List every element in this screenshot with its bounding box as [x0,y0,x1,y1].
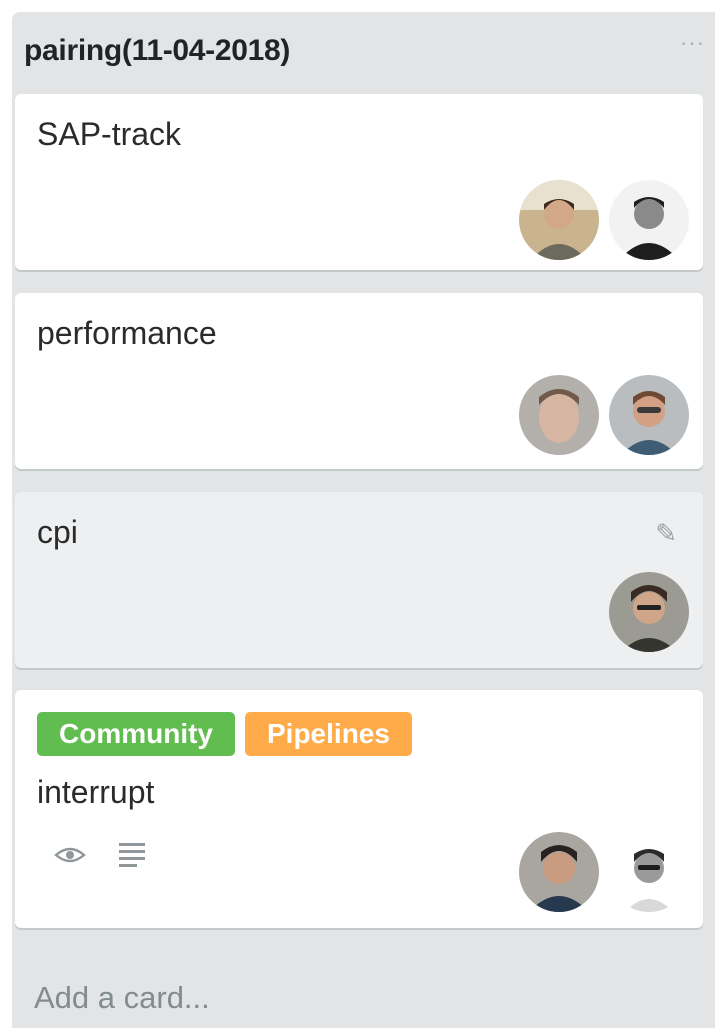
member-avatar[interactable] [609,375,689,455]
eye-icon [54,847,86,863]
member-avatar[interactable] [519,375,599,455]
list-title[interactable]: pairing(11-04-2018) [24,34,290,68]
description-icon [119,843,145,867]
pencil-icon[interactable]: ✎ [655,518,677,549]
member-avatar[interactable] [609,832,689,912]
card-title: interrupt [37,774,155,810]
card-sap-track[interactable]: SAP-track [15,94,703,270]
ellipsis-icon[interactable]: ··· [680,30,705,56]
member-avatar[interactable] [519,180,599,260]
member-avatar[interactable] [519,832,599,912]
card-performance[interactable]: performance [15,293,703,469]
member-avatar[interactable] [609,180,689,260]
label-community[interactable]: Community [37,712,235,756]
member-avatar[interactable] [609,572,689,652]
card-title: performance [37,315,217,351]
card-cpi[interactable]: cpi ✎ [15,492,703,668]
add-card-link[interactable]: Add a card... [34,980,210,1016]
card-interrupt[interactable]: Community Pipelines interrupt [15,690,703,928]
card-title: SAP-track [37,116,182,152]
card-title: cpi [37,514,78,550]
label-pipelines[interactable]: Pipelines [245,712,412,756]
